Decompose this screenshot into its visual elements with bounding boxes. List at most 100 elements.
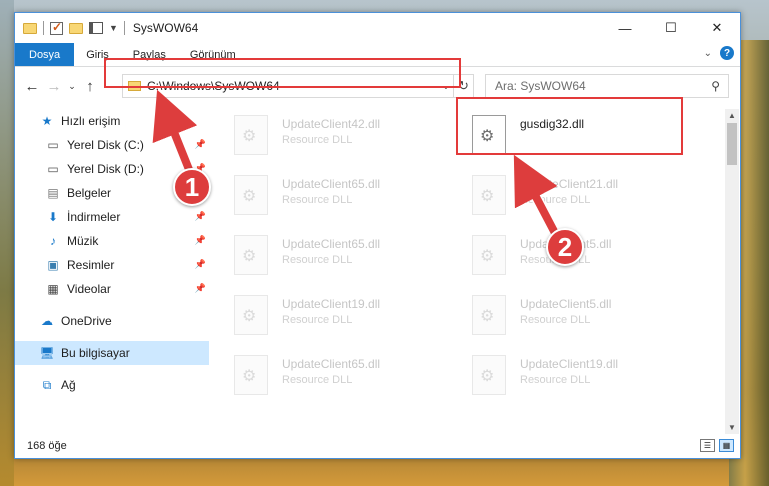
sidebar-item-local-disk-c[interactable]: ▭ Yerel Disk (C:) 📌 [15,133,209,157]
file-item[interactable]: UpdateClient65.dll Resource DLL [214,229,424,289]
pin-icon[interactable]: 📌 [195,139,206,150]
close-button[interactable]: ✕ [694,13,740,43]
file-type: Resource DLL [282,194,353,206]
computer-icon: 🖥 [39,346,55,360]
caption-buttons: — ☐ ✕ [602,13,740,43]
address-highlight-box [104,58,461,88]
view-switcher: ☰ ▦ [700,439,734,452]
dll-file-icon [234,295,268,335]
file-name: UpdateClient65.dll [282,237,381,251]
separator [123,21,125,35]
pin-icon[interactable]: 📌 [195,211,206,222]
scroll-up-icon[interactable]: ▲ [728,111,736,120]
separator [43,21,44,35]
details-view-icon[interactable]: ☰ [700,439,715,452]
chevron-down-icon[interactable]: ⌄ [704,48,712,59]
dll-file-icon [234,115,268,155]
vertical-scrollbar[interactable]: ▲ ▼ [725,109,739,434]
music-icon: ♪ [50,234,56,248]
new-folder-icon[interactable] [69,22,83,34]
sidebar-item-label: Bu bilgisayar [61,346,130,360]
file-item[interactable]: UpdateClient65.dll Resource DLL [214,349,424,409]
file-item[interactable]: UpdateClient19.dll Resource DLL [452,349,662,409]
file-item[interactable]: UpdateClient19.dll Resource DLL [214,289,424,349]
scrollbar-thumb[interactable] [727,123,737,165]
scroll-down-icon[interactable]: ▼ [728,423,736,432]
file-type: Resource DLL [282,134,353,146]
dll-file-icon [472,355,506,395]
video-icon: ▦ [47,282,59,296]
help-icon[interactable]: ? [720,46,734,60]
sidebar-item-quick-access[interactable]: ★ Hızlı erişim [15,109,209,133]
minimize-button[interactable]: — [602,13,648,43]
sidebar-item-this-pc[interactable]: 🖥 Bu bilgisayar [15,341,209,365]
sidebar-item-label: Müzik [67,234,99,248]
annotation-marker-2: 2 [546,228,584,266]
dll-file-icon [472,175,506,215]
drive-icon: ▭ [47,162,59,176]
status-bar: 168 öğe ☰ ▦ [15,434,740,458]
sidebar-item-videos[interactable]: ▦ Videolar 📌 [15,277,209,301]
item-count: 168 öğe [27,440,67,452]
folder-icon [23,22,37,34]
dll-file-icon [234,355,268,395]
file-item[interactable]: UpdateClient5.dll Resource DLL [452,289,662,349]
drive-icon: ▭ [47,138,59,152]
file-name: UpdateClient65.dll [282,357,381,371]
file-list: UpdateClient42.dll Resource DLL gusdig32… [214,109,724,434]
file-name: UpdateClient5.dll [520,297,612,311]
download-icon: ⬇ [47,210,59,224]
sidebar-item-music[interactable]: ♪ Müzik 📌 [15,229,209,253]
sidebar-item-label: Yerel Disk (D:) [67,162,144,176]
file-name: UpdateClient19.dll [520,357,619,371]
maximize-button[interactable]: ☐ [648,13,694,43]
sidebar-item-label: Videolar [67,282,111,296]
file-item[interactable]: UpdateClient65.dll Resource DLL [214,169,424,229]
dll-file-icon [234,175,268,215]
customize-dropdown-icon[interactable]: ▼ [109,23,118,33]
search-input[interactable]: Ara: SysWOW64 ⚲ [485,74,729,98]
file-name: UpdateClient19.dll [282,297,381,311]
sidebar-item-label: Ağ [61,378,76,392]
sidebar-item-label: Resimler [67,258,115,272]
forward-button[interactable]: → [43,78,65,95]
back-button[interactable]: ← [21,78,43,95]
file-item[interactable]: UpdateClient42.dll Resource DLL [214,109,424,169]
large-icons-view-icon[interactable]: ▦ [719,439,734,452]
file-type: Resource DLL [282,254,353,266]
document-icon: ▤ [47,186,59,200]
properties-icon[interactable] [89,22,103,34]
recent-locations-chevron-icon[interactable]: ⌄ [65,81,79,92]
dll-file-icon [234,235,268,275]
pin-icon[interactable]: 📌 [195,259,206,270]
file-type: Resource DLL [520,314,591,326]
annotation-marker-1: 1 [173,168,211,206]
dll-file-icon [472,235,506,275]
sidebar-item-label: Belgeler [67,186,112,200]
sidebar-item-label: Yerel Disk (C:) [67,138,144,152]
sidebar-item-pictures[interactable]: ▣ Resimler 📌 [15,253,209,277]
tab-dosya[interactable]: Dosya [15,43,75,66]
file-name: UpdateClient42.dll [282,117,381,131]
ribbon-controls: ⌄ ? [704,46,734,60]
sidebar-item-label: OneDrive [61,314,112,328]
sidebar-item-downloads[interactable]: ⬇ İndirmeler 📌 [15,205,209,229]
sidebar-item-network[interactable]: ⧉ Ağ [15,373,209,397]
pin-icon[interactable]: 📌 [195,235,206,246]
file-type: Resource DLL [520,194,591,206]
file-type: Resource DLL [520,374,591,386]
cloud-icon: ☁ [41,314,53,328]
file-type: Resource DLL [282,314,353,326]
file-name: UpdateClient65.dll [282,177,381,191]
sidebar-item-label: İndirmeler [67,210,121,224]
sidebar-item-onedrive[interactable]: ☁ OneDrive [15,309,209,333]
desktop-background-left [0,0,14,486]
file-item[interactable]: UpdateClient21.dll Resource DLL [452,169,662,229]
up-button[interactable]: ↑ [79,78,101,95]
pin-icon[interactable]: 📌 [195,283,206,294]
search-placeholder: Ara: SysWOW64 [495,79,586,93]
dll-file-icon [472,295,506,335]
file-type: Resource DLL [282,374,353,386]
search-icon: ⚲ [711,79,720,93]
properties-check-icon[interactable] [50,20,63,35]
